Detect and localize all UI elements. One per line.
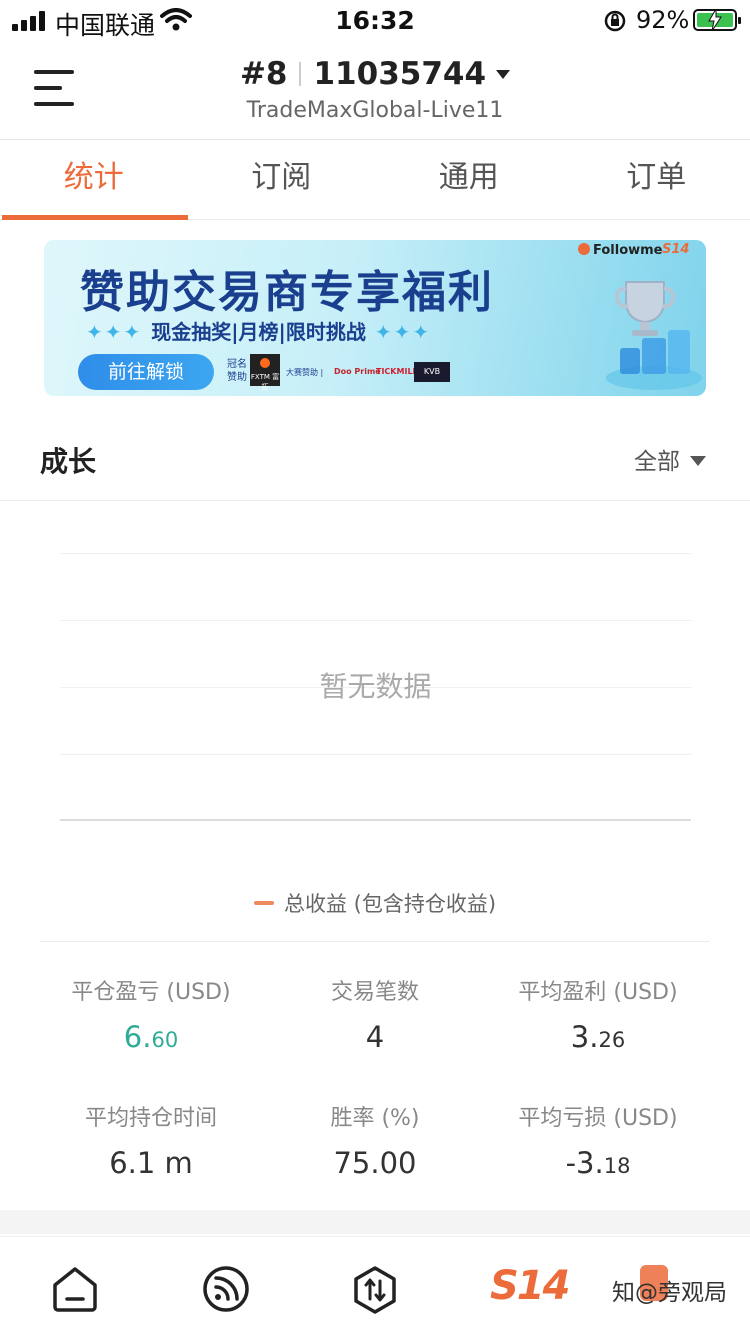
stat-avg-hold-time: 平均持仓时间 6.1 m: [26, 1100, 276, 1180]
tab-statistics[interactable]: 统计: [0, 140, 188, 220]
status-bar: 中国联通 16:32 92%: [0, 0, 750, 44]
bottom-nav: S14 知@旁观局: [0, 1236, 750, 1334]
dropdown-caret-icon: [690, 456, 706, 466]
stat-closed-pnl: 平仓盈亏 (USD) 6.60: [26, 974, 276, 1054]
unlock-button[interactable]: 前往解锁: [78, 354, 214, 390]
sponsor-label: 冠名赞助: [227, 359, 247, 383]
stat-avg-loss: 平均亏损 (USD) -3.18: [473, 1100, 723, 1180]
trade-icon[interactable]: [352, 1265, 398, 1315]
stat-value: -3.18: [565, 1146, 631, 1180]
app-header: #8 11035744 TradeMaxGlobal-Live11: [0, 44, 750, 140]
chart-gridline: [60, 553, 691, 554]
stat-value: 75.00: [333, 1146, 417, 1180]
chart-baseline: [60, 819, 691, 821]
stat-trade-count: 交易笔数 4: [250, 974, 500, 1054]
legend-label: 总收益 (包含持仓收益): [283, 892, 497, 916]
fxtm-logo: FXTM 富拓: [250, 354, 280, 391]
range-filter-dropdown[interactable]: 全部: [634, 442, 706, 476]
tab-subscriptions[interactable]: 订阅: [188, 140, 376, 219]
promo-banner[interactable]: 赞助交易商专享福利 ✦✦✦ 现金抽奖|月榜|限时挑战 ✦✦✦ 前往解锁 冠名赞助…: [44, 240, 706, 396]
account-index: #8: [239, 56, 288, 92]
stat-label: 交易笔数: [330, 980, 419, 1005]
stat-label: 平仓盈亏 (USD): [71, 980, 231, 1005]
stat-value: 6.60: [123, 1020, 179, 1054]
tab-general[interactable]: 通用: [375, 140, 563, 219]
server-name: TradeMaxGlobal-Live11: [246, 98, 504, 123]
divider: [0, 500, 750, 501]
tab-bar: 统计 订阅 通用 订单: [0, 140, 750, 220]
banner-subtitle: ✦✦✦ 现金抽奖|月榜|限时挑战 ✦✦✦: [86, 320, 432, 344]
battery-icon: [693, 9, 741, 31]
battery-percent: 92%: [636, 6, 690, 34]
section-separator: [0, 1210, 750, 1234]
stat-win-rate: 胜率 (%) 75.00: [250, 1100, 500, 1180]
stat-label: 平均持仓时间: [84, 1106, 217, 1131]
banner-title: 赞助交易商专享福利: [80, 267, 494, 318]
stat-avg-profit: 平均盈利 (USD) 3.26: [473, 974, 723, 1054]
chart-gridline: [60, 754, 691, 755]
stat-value: 3.26: [570, 1020, 626, 1054]
feed-icon[interactable]: [202, 1265, 250, 1313]
stat-label: 平均亏损 (USD): [518, 1106, 678, 1131]
event-sponsors-label: 大赛赞助 |: [286, 368, 324, 377]
tickmill-logo: TICKMILL: [376, 367, 418, 376]
stat-label: 平均盈利 (USD): [518, 980, 678, 1005]
legend-swatch: [253, 901, 274, 905]
stats-grid: 平仓盈亏 (USD) 6.60 交易笔数 4 平均盈利 (USD) 3.26 平…: [0, 960, 750, 1200]
trophy-illustration-icon: [606, 281, 702, 390]
dropdown-caret-icon: [496, 70, 511, 79]
kvb-logo: KVB: [414, 362, 450, 382]
separator: [299, 62, 302, 86]
rotation-lock-icon: [604, 10, 626, 32]
followme-logo: Followme: [578, 243, 663, 258]
watermark-text: 知@旁观局: [612, 1280, 727, 1306]
s14-mini-logo: S14: [662, 242, 690, 257]
chart-legend[interactable]: 总收益 (包含持仓收益): [0, 888, 750, 918]
doo-prime-logo: Doo Prime: [334, 367, 381, 376]
account-number: 11035744: [313, 56, 487, 92]
growth-chart: 暂无数据: [60, 553, 691, 821]
empty-state-text: 暂无数据: [319, 670, 432, 703]
stat-label: 胜率 (%): [330, 1106, 420, 1131]
s14-logo[interactable]: S14: [490, 1263, 570, 1309]
stat-value: 6.1 m: [109, 1146, 193, 1180]
chart-gridline: [60, 620, 691, 621]
stat-value: 4: [365, 1020, 385, 1054]
divider: [40, 941, 710, 942]
growth-title: 成长: [40, 445, 97, 478]
tab-orders[interactable]: 订单: [563, 140, 750, 219]
account-selector[interactable]: #8 11035744: [0, 56, 750, 92]
home-icon[interactable]: [50, 1265, 100, 1313]
